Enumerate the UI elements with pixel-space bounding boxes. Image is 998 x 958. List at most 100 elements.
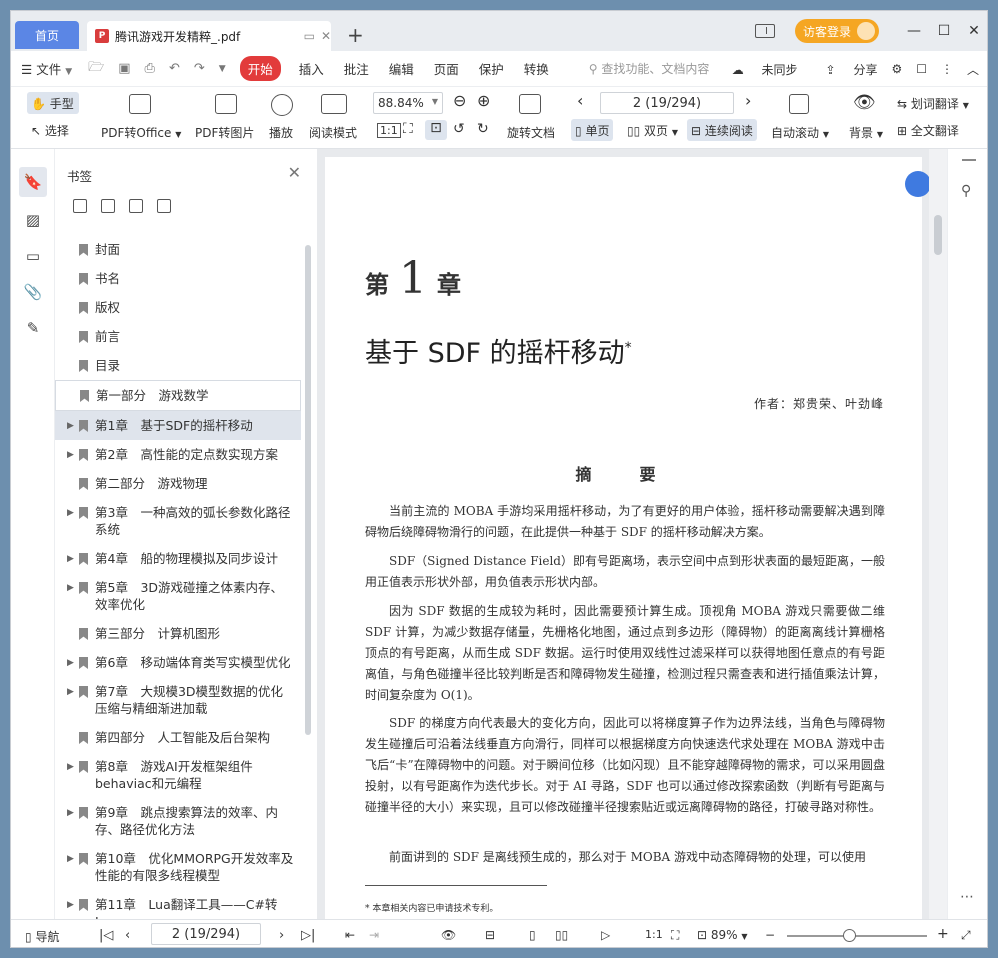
menu-annotate[interactable]: 批注: [344, 59, 369, 78]
previous-page-icon[interactable]: ‹: [125, 928, 130, 943]
menu-protect[interactable]: 保护: [479, 59, 504, 78]
comment-panel-icon[interactable]: ▭: [23, 247, 43, 267]
zoom-out-icon[interactable]: ⊖: [453, 91, 466, 110]
bookmark-item[interactable]: ▶ 第7章 大规模3D模型数据的优化压缩与精细渐进加载: [55, 677, 301, 723]
bookmark-item[interactable]: ▶ 第9章 跳点搜索算法的效率、内存、路径优化方法: [55, 798, 301, 844]
scrollbar-thumb[interactable]: [934, 215, 942, 255]
menu-insert[interactable]: 插入: [299, 59, 324, 78]
window-layout-icon[interactable]: [754, 24, 775, 38]
quick-access-dropdown-icon[interactable]: ▼: [219, 64, 226, 74]
bookmark-item[interactable]: 目录: [55, 351, 301, 380]
expand-caret-icon[interactable]: ▶: [67, 655, 74, 672]
background-button[interactable]: 背景 ▼: [849, 124, 883, 141]
close-panel-icon[interactable]: ✕: [288, 163, 301, 182]
play-button[interactable]: 播放: [269, 124, 293, 141]
select-tool-button[interactable]: ↖ 选择: [31, 122, 69, 139]
bookmark-item[interactable]: 版权: [55, 293, 301, 322]
menu-page[interactable]: 页面: [434, 59, 459, 78]
rotate-document-button[interactable]: 旋转文档: [507, 124, 555, 141]
pdf-to-image-button[interactable]: PDF转图片: [195, 124, 254, 141]
fit-page-icon[interactable]: ⛶: [671, 928, 679, 943]
status-page-input[interactable]: 2 (19/294): [151, 923, 261, 945]
new-tab-button[interactable]: +: [347, 23, 364, 47]
document-scrollbar[interactable]: [929, 149, 947, 919]
zoom-slider-knob[interactable]: [843, 929, 856, 942]
menu-start[interactable]: 开始: [239, 56, 281, 81]
thumbnail-panel-icon[interactable]: ▨: [23, 211, 43, 231]
settings-icon[interactable]: ⚙: [891, 62, 902, 76]
menu-convert[interactable]: 转换: [524, 59, 549, 78]
double-page-button[interactable]: ▯▯ 双页 ▼: [627, 122, 678, 139]
back-icon[interactable]: ⇤: [345, 928, 355, 942]
zoom-in-icon[interactable]: ⊕: [477, 91, 490, 110]
zoom-out-icon[interactable]: −: [765, 928, 775, 942]
expand-caret-icon[interactable]: ▶: [67, 759, 74, 776]
print-icon[interactable]: ⎙: [145, 61, 155, 76]
collapse-ribbon-icon[interactable]: ︿: [967, 61, 979, 78]
signature-panel-icon[interactable]: ✎: [23, 319, 43, 339]
first-page-icon[interactable]: |◁: [99, 928, 113, 943]
float-window-icon[interactable]: ▭: [304, 29, 315, 43]
auto-scroll-button[interactable]: 自动滚动 ▼: [771, 124, 829, 141]
floating-tool-icon[interactable]: [905, 171, 931, 197]
double-view-icon[interactable]: ▯▯: [555, 928, 568, 942]
bookmark-item[interactable]: 第三部分 计算机图形: [55, 619, 301, 648]
forward-icon[interactable]: ⇥: [369, 928, 379, 942]
close-window-icon[interactable]: ✕: [959, 23, 987, 39]
translate-search-icon[interactable]: ⚲: [961, 183, 971, 199]
zoom-select[interactable]: 88.84% ▼: [373, 92, 443, 114]
play-icon[interactable]: ▷: [601, 928, 610, 942]
reading-mode-button[interactable]: 阅读模式: [309, 124, 357, 141]
continuous-view-icon[interactable]: ⊟: [485, 928, 495, 942]
add-bookmark-icon[interactable]: [73, 199, 87, 213]
bookmark-edit-icon[interactable]: [129, 199, 143, 213]
hand-tool-button[interactable]: ✋ 手型: [27, 92, 79, 114]
word-translate-button[interactable]: ⇆ 划词翻译 ▼: [897, 95, 969, 112]
bookmark-item[interactable]: 封面: [55, 235, 301, 264]
attachment-panel-icon[interactable]: 📎: [23, 283, 43, 303]
expand-caret-icon[interactable]: ▶: [67, 897, 74, 914]
pdf-to-office-button[interactable]: PDF转Office ▼: [101, 124, 181, 141]
fit-width-icon[interactable]: ⊡: [425, 120, 447, 140]
bookmark-item[interactable]: ▶ 第1章 基于SDF的摇杆移动: [55, 411, 301, 440]
bookmark-item[interactable]: ▶ 第4章 船的物理模拟及同步设计: [55, 544, 301, 573]
next-page-icon[interactable]: ›: [745, 91, 751, 110]
expand-caret-icon[interactable]: ▶: [67, 551, 74, 568]
expand-caret-icon[interactable]: ▶: [67, 447, 74, 464]
bookmark-item[interactable]: ▶ 第6章 移动端体育类写实模型优化: [55, 648, 301, 677]
previous-page-icon[interactable]: ‹: [577, 91, 583, 110]
bookmark-item[interactable]: ▶ 第8章 游戏AI开发框架组件behaviac和元编程: [55, 752, 301, 798]
bookmark-panel-icon[interactable]: 🔖: [19, 167, 47, 197]
tab-document[interactable]: P 腾讯游戏开发精粹_.pdf ▭ ✕: [87, 21, 331, 51]
bookmark-item[interactable]: 第二部分 游戏物理: [55, 469, 301, 498]
bookmark-item[interactable]: ▶ 第2章 高性能的定点数实现方案: [55, 440, 301, 469]
file-menu[interactable]: ☰ 文件 ▼: [21, 59, 72, 78]
rotate-right-icon[interactable]: ↻: [477, 121, 489, 137]
guest-login-button[interactable]: 访客登录: [794, 19, 879, 43]
zoom-slider[interactable]: [787, 935, 927, 937]
bookmark-item[interactable]: 书名: [55, 264, 301, 293]
share-button[interactable]: ⇪ 分享: [812, 61, 878, 78]
next-page-icon[interactable]: ›: [279, 928, 284, 943]
rotate-left-icon[interactable]: ↺: [453, 121, 465, 137]
full-translate-button[interactable]: ⊞ 全文翻译: [897, 122, 959, 139]
menu-edit[interactable]: 编辑: [389, 59, 414, 78]
expand-caret-icon[interactable]: ▶: [67, 684, 74, 701]
bookmark-item[interactable]: 前言: [55, 322, 301, 351]
search-input[interactable]: ⚲ 查找功能、文档内容: [589, 60, 710, 77]
expand-caret-icon[interactable]: ▶: [67, 505, 74, 522]
bookmark-item[interactable]: ▶ 第3章 一种高效的弧长参数化路径系统: [55, 498, 301, 544]
zoom-level[interactable]: ⊡ 89% ▼: [697, 928, 748, 942]
tab-home[interactable]: 首页: [15, 21, 79, 49]
single-view-icon[interactable]: ▯: [529, 928, 536, 942]
minimize-icon[interactable]: —: [899, 23, 929, 39]
expand-caret-icon[interactable]: ▶: [67, 851, 74, 868]
actual-size-icon[interactable]: 1:1: [377, 123, 401, 138]
bookmark-scrollbar[interactable]: [305, 245, 311, 735]
open-icon[interactable]: 🗁: [88, 58, 104, 80]
expand-caret-icon[interactable]: ▶: [67, 805, 74, 822]
bookmark-item[interactable]: ▶ 第5章 3D游戏碰撞之体素内存、效率优化: [55, 573, 301, 619]
actual-size-icon[interactable]: 1:1: [645, 928, 663, 941]
more-tools-icon[interactable]: ⋯: [960, 889, 974, 905]
zoom-in-icon[interactable]: +: [937, 926, 949, 942]
